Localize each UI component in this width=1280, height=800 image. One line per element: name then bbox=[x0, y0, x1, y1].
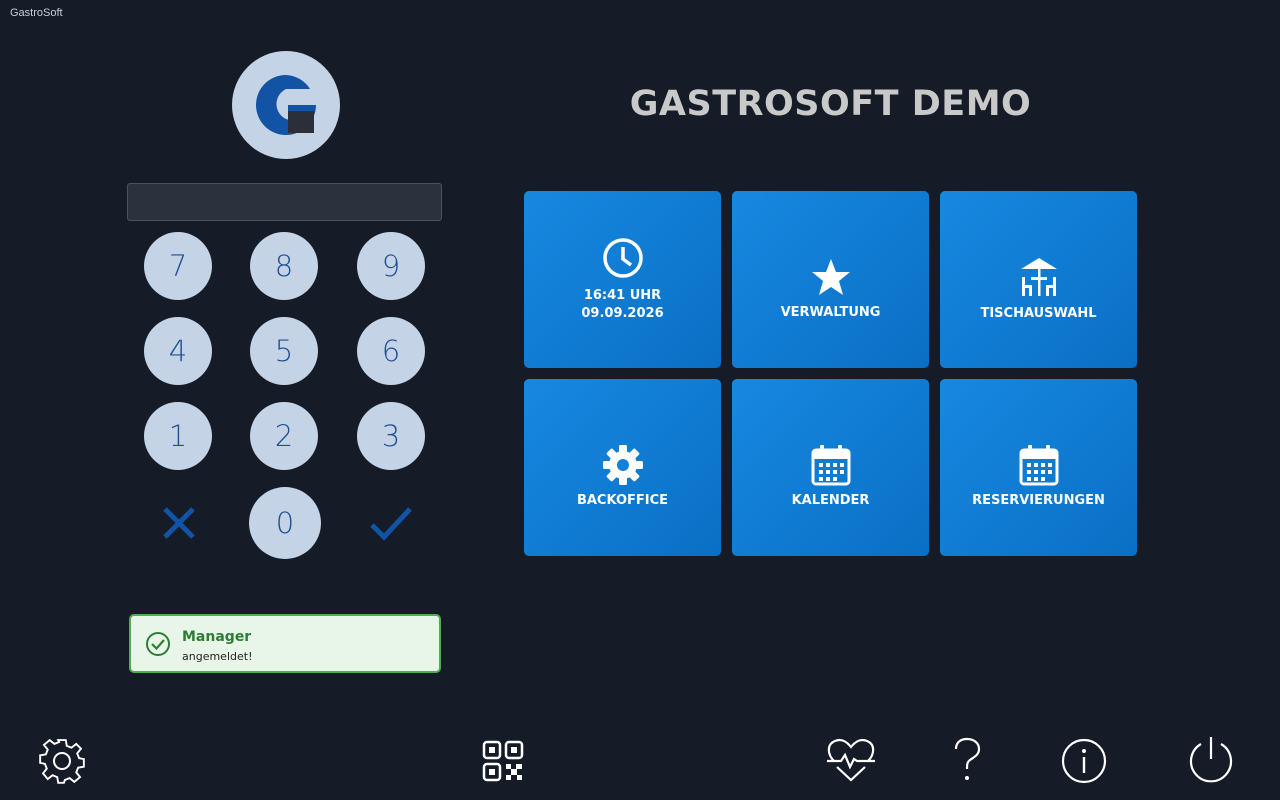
cancel-button[interactable] bbox=[154, 498, 204, 548]
qr-code-icon bbox=[482, 740, 524, 782]
info-icon bbox=[1061, 738, 1107, 784]
clock-icon bbox=[602, 237, 643, 278]
star-icon bbox=[811, 258, 850, 295]
check-circle-icon bbox=[146, 632, 170, 656]
clock-time: 16:41 UHR 09.09.2026 bbox=[581, 287, 663, 323]
calendar-icon bbox=[1019, 444, 1058, 485]
qr-code-button[interactable] bbox=[479, 737, 527, 785]
key-2[interactable]: 2 bbox=[250, 402, 318, 470]
check-icon bbox=[370, 507, 412, 541]
gear-icon bbox=[602, 444, 643, 485]
toast-message: angemeldet! bbox=[182, 650, 253, 663]
calendar-icon bbox=[811, 444, 850, 485]
power-button[interactable] bbox=[1184, 733, 1238, 787]
key-5[interactable]: 5 bbox=[250, 317, 318, 385]
key-8[interactable]: 8 bbox=[250, 232, 318, 300]
login-toast: Manager angemeldet! bbox=[129, 614, 441, 673]
key-9[interactable]: 9 bbox=[357, 232, 425, 300]
help-icon bbox=[954, 737, 981, 780]
key-1[interactable]: 1 bbox=[144, 402, 212, 470]
tile-verwaltung[interactable]: VERWALTUNG bbox=[732, 191, 929, 368]
health-button[interactable] bbox=[824, 735, 878, 785]
backoffice-label: BACKOFFICE bbox=[576, 492, 669, 508]
reservierungen-label: RESERVIERUNGEN bbox=[972, 492, 1105, 508]
gastrosoft-logo-mark bbox=[256, 75, 316, 135]
tile-backoffice[interactable]: BACKOFFICE bbox=[524, 379, 721, 556]
heartbeat-icon bbox=[827, 738, 875, 782]
pin-input[interactable] bbox=[127, 183, 442, 221]
tile-clock[interactable]: 16:41 UHR 09.09.2026 bbox=[524, 191, 721, 368]
settings-button[interactable] bbox=[36, 735, 88, 787]
toast-title: Manager bbox=[182, 629, 252, 645]
key-7[interactable]: 7 bbox=[144, 232, 212, 300]
settings-icon bbox=[39, 738, 85, 784]
clock-time-text: 16:41 UHR bbox=[583, 287, 662, 303]
page-title: GASTROSOFT DEMO bbox=[629, 84, 1032, 124]
table-icon bbox=[1020, 257, 1057, 296]
key-3[interactable]: 3 bbox=[357, 402, 425, 470]
x-icon bbox=[163, 507, 195, 539]
key-4[interactable]: 4 bbox=[144, 317, 212, 385]
window-title: GastroSoft bbox=[10, 7, 63, 19]
key-0[interactable]: 0 bbox=[249, 487, 321, 559]
tile-kalender[interactable]: KALENDER bbox=[732, 379, 929, 556]
help-button[interactable] bbox=[945, 735, 989, 785]
tischauswahl-label: TISCHAUSWAHL bbox=[980, 305, 1097, 321]
gastrosoft-logo bbox=[232, 51, 340, 159]
tile-tischauswahl[interactable]: TISCHAUSWAHL bbox=[940, 191, 1137, 368]
info-button[interactable] bbox=[1058, 735, 1110, 787]
tile-reservierungen[interactable]: RESERVIERUNGEN bbox=[940, 379, 1137, 556]
confirm-button[interactable] bbox=[366, 498, 416, 548]
verwaltung-label: VERWALTUNG bbox=[780, 304, 881, 320]
kalender-label: KALENDER bbox=[791, 492, 870, 508]
clock-date-text: 09.09.2026 bbox=[581, 305, 664, 321]
power-icon bbox=[1189, 737, 1233, 783]
key-6[interactable]: 6 bbox=[357, 317, 425, 385]
